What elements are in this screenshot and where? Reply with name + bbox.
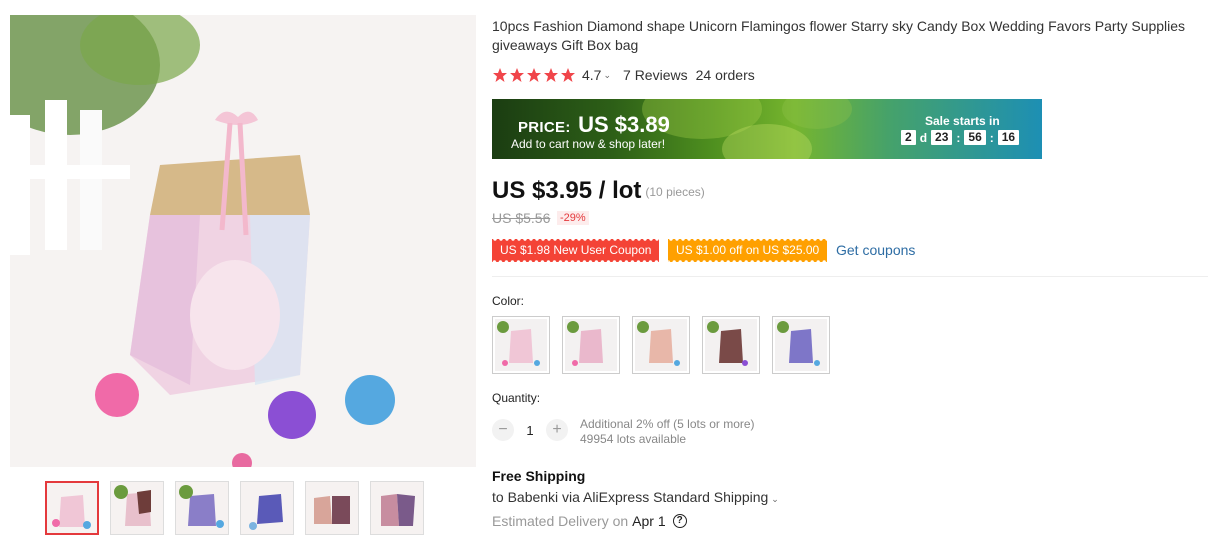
star-icon [527, 68, 541, 82]
estimated-delivery-label: Estimated Delivery on [492, 513, 629, 529]
shipping-title: Free Shipping [492, 468, 586, 484]
original-price: US $5.56 [492, 210, 551, 226]
countdown-hours: 23 [931, 130, 953, 145]
quantity-label: Quantity: [492, 391, 541, 405]
rating-row: 4.7 ⌄ 7 Reviews 24 orders [492, 66, 755, 84]
thumbnail-4[interactable] [240, 481, 294, 535]
reviews-link[interactable]: 7 Reviews [623, 67, 688, 83]
sale-label: Sale starts in [925, 114, 1000, 128]
countdown-minutes: 56 [964, 130, 986, 145]
banner-price-amount: US $3.89 [578, 112, 670, 137]
star-icon [510, 68, 524, 82]
color-option-3[interactable] [632, 316, 690, 374]
thumbnail-strip [45, 481, 424, 535]
color-option-2[interactable] [562, 316, 620, 374]
main-product-image[interactable] [10, 15, 476, 467]
store-coupon[interactable]: US $1.00 off on US $25.00 [668, 239, 828, 262]
countdown-seconds: 16 [997, 130, 1020, 145]
estimated-delivery-date: Apr 1 [632, 513, 666, 529]
lots-available: 49954 lots available [580, 432, 687, 446]
star-icon [561, 68, 575, 82]
divider [492, 276, 1208, 277]
color-option-1[interactable] [492, 316, 550, 374]
banner-subtitle: Add to cart now & shop later! [511, 137, 666, 151]
countdown-separator: : [956, 130, 961, 145]
quantity-promo-text: Additional 2% off (5 lots or more) [580, 417, 755, 431]
thumbnail-6[interactable] [370, 481, 424, 535]
current-price: US $3.95 / lot (10 pieces) [492, 177, 705, 205]
new-user-coupon[interactable]: US $1.98 New User Coupon [492, 239, 660, 262]
shipping-destination[interactable]: to Babenki via AliExpress Standard Shipp… [492, 489, 779, 505]
countdown-separator: : [989, 130, 994, 145]
get-coupons-link[interactable]: Get coupons [836, 242, 915, 258]
discount-badge: -29% [557, 211, 589, 225]
thumbnail-2[interactable] [110, 481, 164, 535]
color-option-5[interactable] [772, 316, 830, 374]
countdown-days: 2 [901, 130, 916, 145]
pieces-count: (10 pieces) [645, 185, 705, 199]
thumbnail-1[interactable] [45, 481, 99, 535]
orders-count: 24 orders [695, 67, 755, 83]
star-icon [493, 68, 507, 82]
thumbnail-5[interactable] [305, 481, 359, 535]
banner-price-label: PRICE: [518, 119, 571, 136]
shipping-destination-text[interactable]: to Babenki via AliExpress Standard Shipp… [492, 489, 768, 505]
color-swatches [492, 316, 830, 374]
estimated-delivery: Estimated Delivery on Apr 1 ? [492, 513, 687, 529]
quantity-info: Additional 2% off (5 lots or more) 49954… [580, 417, 755, 447]
rating-stars[interactable] [492, 67, 576, 83]
product-title: 10pcs Fashion Diamond shape Unicorn Flam… [492, 18, 1186, 53]
quantity-stepper: − 1 + [492, 419, 568, 441]
countdown-timer: 2 d 23 : 56 : 16 [901, 130, 1020, 145]
current-price-value: US $3.95 / lot [492, 177, 642, 204]
question-circle-icon[interactable]: ? [672, 514, 687, 528]
quantity-decrease-button[interactable]: − [492, 419, 514, 441]
quantity-increase-button[interactable]: + [546, 419, 568, 441]
thumbnail-3[interactable] [175, 481, 229, 535]
star-icon [544, 68, 558, 82]
color-label: Color: [492, 294, 525, 308]
promo-banner: PRICE: US $3.89 Add to cart now & shop l… [492, 99, 1042, 159]
countdown-days-unit: d [919, 130, 928, 145]
banner-price: PRICE: US $3.89 [518, 112, 670, 138]
rating-value[interactable]: 4.7 [582, 67, 601, 83]
chevron-down-icon[interactable]: ⌄ [771, 494, 779, 504]
color-option-4[interactable] [702, 316, 760, 374]
chevron-down-icon[interactable]: ⌄ [603, 70, 611, 81]
quantity-input[interactable]: 1 [514, 423, 546, 438]
